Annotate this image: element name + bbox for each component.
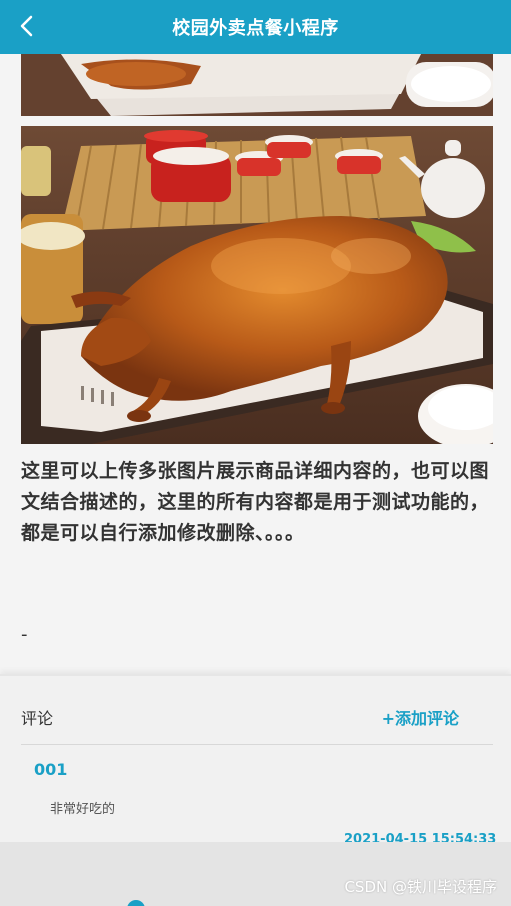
divider [21, 744, 493, 745]
bottom-bar: CSDN @铁川毕设程序 [0, 842, 511, 906]
back-button[interactable] [14, 12, 38, 40]
navigation-bar: 校园外卖点餐小程序 [0, 0, 511, 54]
product-image-2 [21, 126, 493, 444]
product-extra-text: - [21, 624, 28, 645]
product-detail-content: 这里可以上传多张图片展示商品详细内容的，也可以图文结合描述的，这里的所有内容都是… [0, 54, 511, 674]
indicator-dot-icon [127, 900, 145, 906]
product-image-1 [21, 54, 493, 116]
chevron-left-icon [20, 15, 33, 37]
comment-user: 001 [34, 760, 68, 779]
comments-header: 评论 +添加评论 [21, 704, 493, 730]
add-comment-button[interactable]: +添加评论 [382, 705, 459, 729]
comment-text: 非常好吃的 [50, 802, 116, 817]
product-description: 这里可以上传多张图片展示商品详细内容的，也可以图文结合描述的，这里的所有内容都是… [21, 460, 490, 544]
page-title: 校园外卖点餐小程序 [172, 18, 339, 39]
comments-title: 评论 [21, 709, 54, 728]
watermark: CSDN @铁川毕设程序 [344, 878, 497, 896]
comments-section: 评论 +添加评论 001 非常好吃的 2021-04-15 15:54:33 [0, 674, 511, 847]
